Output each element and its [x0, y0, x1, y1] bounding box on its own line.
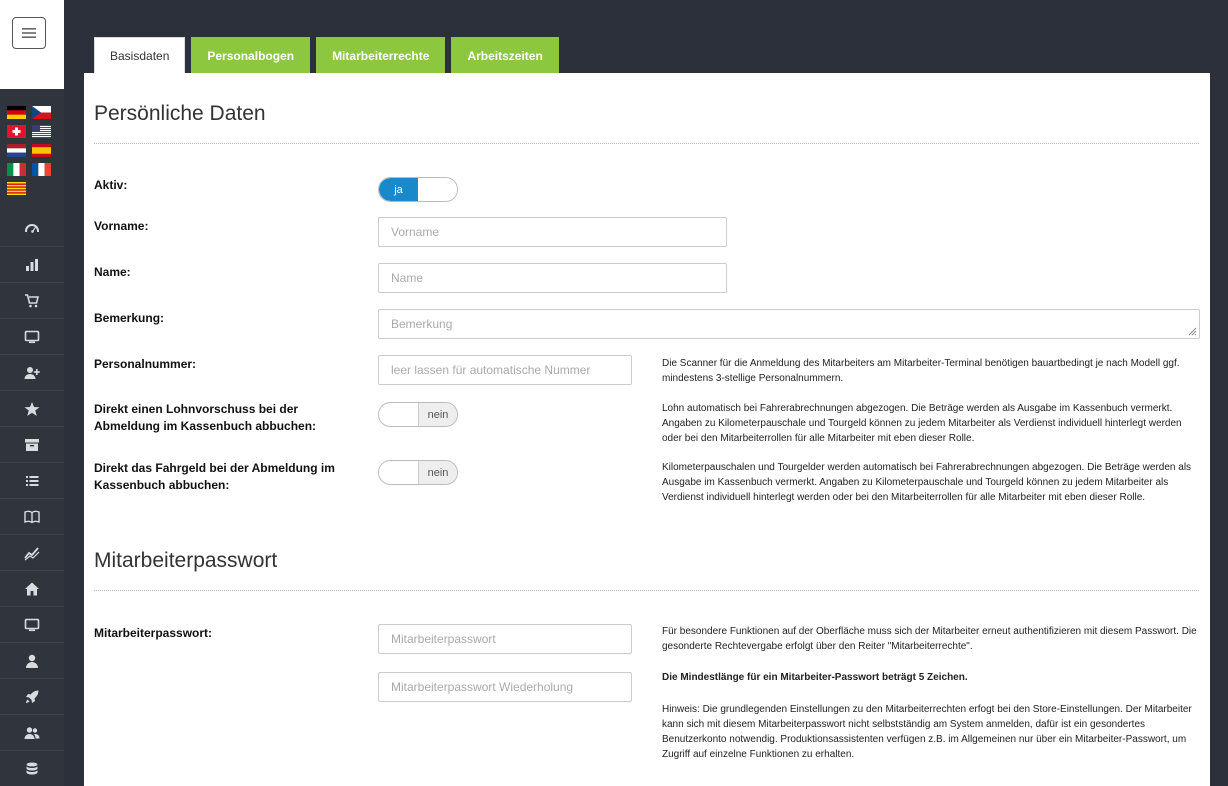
- toggle-on-label: ja: [379, 178, 418, 201]
- name-label: Name:: [94, 265, 131, 279]
- bemerkung-textarea[interactable]: Bemerkung: [378, 309, 1200, 339]
- section-divider: [94, 143, 1199, 144]
- user-add-icon: [24, 366, 40, 379]
- tab-arbeitszeiten[interactable]: Arbeitszeiten: [451, 37, 559, 74]
- gauge-icon: [25, 223, 39, 233]
- password-repeat-input[interactable]: Mitarbeiterpasswort Wiederholung: [378, 672, 632, 702]
- archive-icon: [25, 438, 39, 451]
- flag-us-icon[interactable]: [32, 125, 51, 138]
- nav-user[interactable]: [0, 643, 64, 679]
- personalnummer-input[interactable]: leer lassen für automatische Nummer: [378, 355, 632, 385]
- nav-terminal[interactable]: [0, 319, 64, 355]
- fahrgeld-toggle[interactable]: nein: [378, 460, 458, 485]
- toggle-off-label: nein: [417, 461, 457, 484]
- bar-chart-icon: [26, 258, 38, 271]
- lohnvorschuss-hint: Lohn automatisch bei Fahrerabrechnungen …: [662, 403, 1182, 444]
- rocket-icon: [26, 690, 39, 703]
- password-input[interactable]: Mitarbeiterpasswort: [378, 624, 632, 654]
- bemerkung-label: Bemerkung:: [94, 311, 165, 325]
- nav-orders[interactable]: [0, 283, 64, 319]
- nav-list[interactable]: [0, 463, 64, 499]
- trend-icon: [24, 546, 40, 560]
- nav-database[interactable]: [0, 751, 64, 786]
- toggle-off-label: nein: [417, 403, 457, 426]
- flag-de-icon[interactable]: [7, 106, 26, 119]
- fahrgeld-label: Direkt das Fahrgeld bei der Abmeldung im…: [94, 461, 335, 492]
- flag-ca-icon[interactable]: [7, 182, 26, 195]
- section-title-personal: Persönliche Daten: [94, 102, 266, 125]
- main-area: Basisdaten Personalbogen Mitarbeiterrech…: [64, 0, 1228, 786]
- nav-dashboard[interactable]: [0, 211, 64, 247]
- cart-icon: [25, 293, 40, 307]
- nav-add-user[interactable]: [0, 355, 64, 391]
- password-note: Hinweis: Die grundlegenden Einstellungen…: [662, 704, 1192, 760]
- password-hint: Für besondere Funktionen auf der Oberflä…: [662, 626, 1197, 652]
- nav-statistics[interactable]: [0, 247, 64, 283]
- nav-favorites[interactable]: [0, 391, 64, 427]
- name-input[interactable]: Name: [378, 263, 727, 293]
- tab-basisdaten[interactable]: Basisdaten: [94, 37, 186, 74]
- users-icon: [24, 726, 40, 739]
- section-divider: [94, 590, 1199, 591]
- vorname-label: Vorname:: [94, 219, 149, 233]
- personalnummer-label: Personalnummer:: [94, 357, 197, 371]
- aktiv-toggle[interactable]: ja: [378, 177, 458, 202]
- nav-catalog[interactable]: [0, 499, 64, 535]
- tab-bar: Basisdaten Personalbogen Mitarbeiterrech…: [94, 37, 565, 74]
- monitor-icon: [24, 330, 40, 343]
- user-icon: [26, 654, 38, 668]
- flag-cz-icon[interactable]: [32, 106, 51, 119]
- database-icon: [26, 762, 38, 774]
- hamburger-icon: [22, 28, 36, 38]
- nav-archive[interactable]: [0, 427, 64, 463]
- nav-trends[interactable]: [0, 535, 64, 571]
- flag-es-icon[interactable]: [32, 144, 51, 157]
- star-icon: [24, 401, 40, 416]
- tab-personalbogen[interactable]: Personalbogen: [191, 37, 311, 74]
- nav-team[interactable]: [0, 715, 64, 751]
- sidebar-header: [0, 0, 64, 89]
- nav-display[interactable]: [0, 607, 64, 643]
- section-title-password: Mitarbeiterpasswort: [94, 549, 278, 572]
- form-panel: Persönliche Daten Aktiv: ja Vorname: Vor…: [84, 73, 1210, 786]
- home-icon: [25, 582, 39, 595]
- tab-mitarbeiterrechte[interactable]: Mitarbeiterrechte: [316, 37, 446, 74]
- lohnvorschuss-toggle[interactable]: nein: [378, 402, 458, 427]
- sidebar: [0, 0, 64, 786]
- flag-nl-icon[interactable]: [7, 144, 26, 157]
- book-icon: [24, 510, 40, 523]
- password-label: Mitarbeiterpasswort:: [94, 626, 213, 640]
- flag-ch-icon[interactable]: [7, 125, 26, 138]
- list-icon: [26, 475, 39, 486]
- bemerkung-placeholder: Bemerkung: [391, 317, 453, 331]
- nav-home[interactable]: [0, 571, 64, 607]
- password-min-length: Die Mindestlänge für ein Mitarbeiter-Pas…: [662, 672, 968, 683]
- aktiv-label: Aktiv:: [94, 178, 128, 192]
- vorname-input[interactable]: Vorname: [378, 217, 727, 247]
- lohnvorschuss-label: Direkt einen Lohnvorschuss bei der Abmel…: [94, 402, 317, 433]
- nav-launch[interactable]: [0, 679, 64, 715]
- personalnummer-hint: Die Scanner für die Anmeldung des Mitarb…: [662, 358, 1180, 384]
- desktop-icon: [24, 618, 40, 631]
- resize-grip-icon[interactable]: [1187, 326, 1197, 336]
- flag-it-icon[interactable]: [7, 163, 26, 176]
- fahrgeld-hint: Kilometerpauschalen und Tourgelder werde…: [662, 462, 1192, 503]
- sidebar-nav: [0, 211, 64, 786]
- flag-fr-icon[interactable]: [32, 163, 51, 176]
- menu-toggle-button[interactable]: [12, 17, 46, 49]
